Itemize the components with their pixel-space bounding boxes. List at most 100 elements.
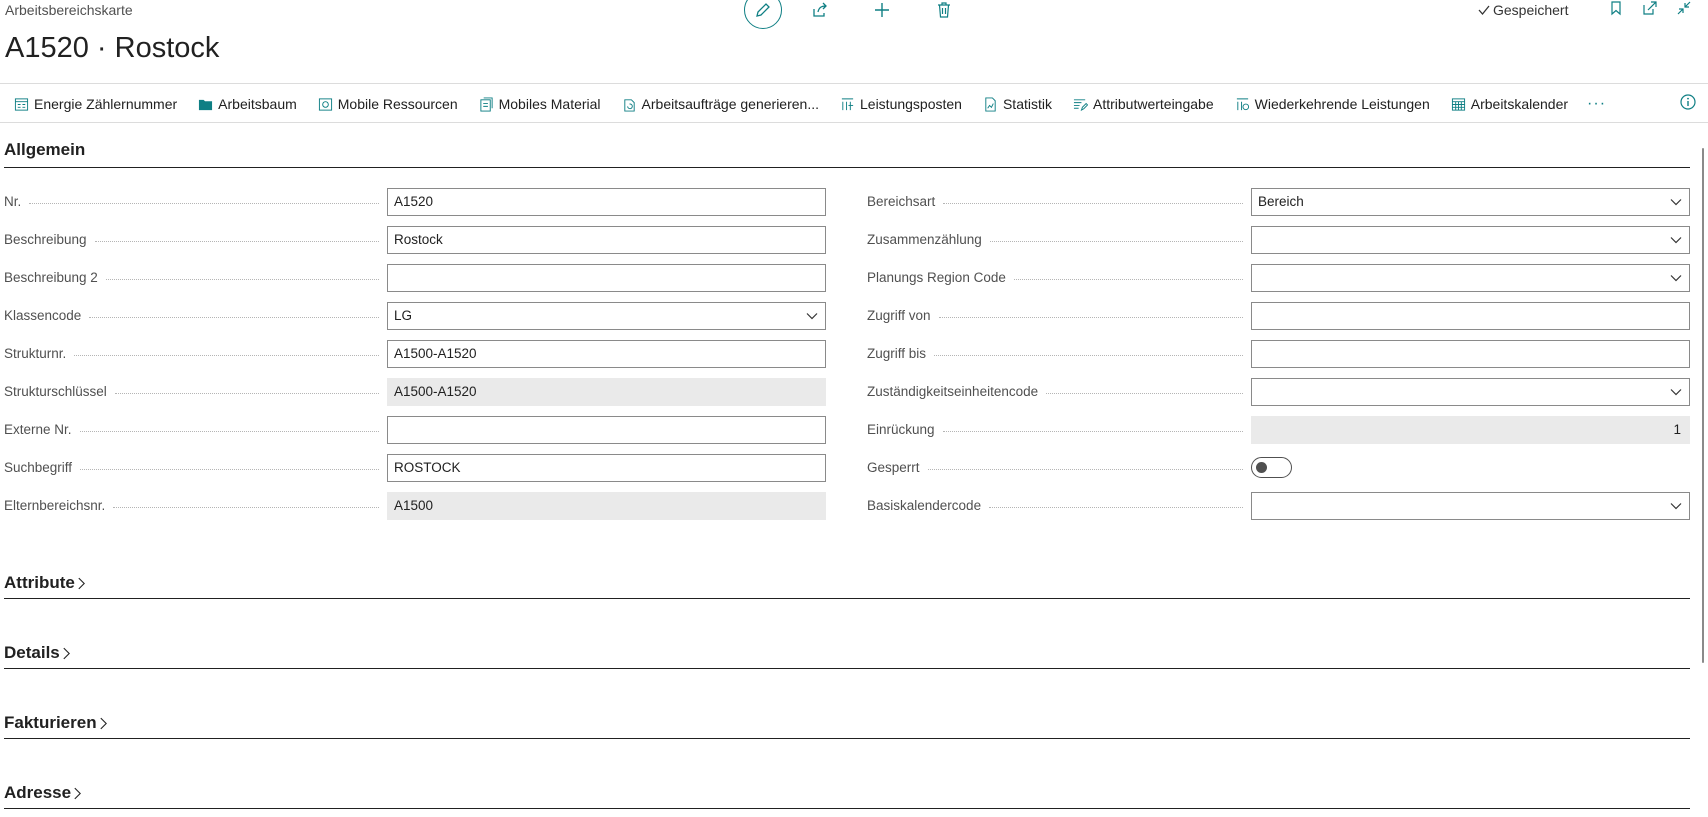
statistics-icon — [985, 96, 996, 112]
vertical-scrollbar[interactable] — [1702, 148, 1704, 663]
select-field[interactable] — [1251, 226, 1690, 254]
delete-button[interactable] — [934, 0, 954, 20]
action-recurring-services[interactable]: Wiederkehrende Leistungen — [1235, 96, 1430, 112]
chevron-right-icon — [63, 647, 70, 660]
select-field[interactable] — [1251, 378, 1690, 406]
text-field[interactable]: A1520 — [387, 188, 826, 216]
chevron-down-icon — [1670, 275, 1682, 282]
section-address[interactable]: Adresse — [4, 777, 1690, 809]
leader-dots — [943, 431, 1243, 432]
field-label: Einrückung — [867, 422, 935, 437]
window-actions — [1608, 0, 1692, 21]
action-work-calendar[interactable]: Arbeitskalender — [1451, 96, 1568, 112]
action-generate-work-orders[interactable]: Arbeitsaufträge generieren... — [622, 96, 819, 112]
action-mobile-resources[interactable]: Mobile Ressourcen — [318, 96, 458, 112]
action-bar: Energie Zählernummer Arbeitsbaum Mobile … — [0, 83, 1708, 123]
page-caption: Arbeitsbereichskarte — [5, 2, 133, 18]
header-actions — [744, 0, 954, 29]
text-field[interactable]: Rostock — [387, 226, 826, 254]
action-label: Mobile Ressourcen — [337, 96, 458, 112]
field-value: 1 — [1673, 422, 1681, 437]
section-title: Attribute — [4, 572, 75, 592]
text-field[interactable]: ROSTOCK — [387, 454, 826, 482]
leader-dots — [106, 279, 379, 280]
new-button[interactable] — [872, 0, 892, 20]
text-field[interactable] — [387, 416, 826, 444]
leader-dots — [943, 203, 1243, 204]
select-field[interactable] — [1251, 264, 1690, 292]
action-label: Arbeitsbaum — [218, 96, 297, 112]
select-field[interactable]: Bereich — [1251, 188, 1690, 216]
text-field[interactable] — [1251, 302, 1690, 330]
bookmark-button[interactable] — [1608, 0, 1624, 21]
more-actions-button[interactable]: ··· — [1587, 95, 1606, 113]
leader-dots — [74, 355, 379, 356]
field-value: LG — [394, 308, 413, 323]
blocked-toggle[interactable] — [1251, 457, 1292, 478]
leader-dots — [939, 317, 1243, 318]
field-label: Beschreibung — [4, 232, 87, 247]
field-label: Zugriff von — [867, 308, 931, 323]
action-statistics[interactable]: Statistik — [983, 96, 1052, 112]
leader-dots — [934, 355, 1243, 356]
chevron-down-icon — [1670, 199, 1682, 206]
field-label: Gesperrt — [867, 460, 920, 475]
collapse-icon — [1677, 1, 1691, 15]
text-field[interactable]: A1500-A1520 — [387, 340, 826, 368]
recurring-icon — [1236, 97, 1249, 110]
field-value: A1500-A1520 — [394, 384, 477, 399]
section-details[interactable]: Details — [4, 637, 1690, 669]
select-field[interactable]: LG — [387, 302, 826, 330]
field-label: Zuständigkeitseinheitencode — [867, 384, 1039, 399]
save-status: Gespeichert — [1477, 2, 1568, 18]
leader-dots — [989, 507, 1243, 508]
action-attribute-value-entry[interactable]: Attributwerteingabe — [1073, 96, 1214, 112]
action-work-tree[interactable]: Arbeitsbaum — [198, 96, 297, 112]
info-button[interactable] — [1680, 94, 1696, 115]
chevron-down-icon — [1670, 389, 1682, 396]
field-label: Bereichsart — [867, 194, 936, 209]
action-label: Attributwerteingabe — [1092, 96, 1214, 112]
leader-dots — [29, 203, 379, 204]
bookmark-icon — [1611, 1, 1621, 16]
section-title: Fakturieren — [4, 712, 97, 732]
action-mobile-material[interactable]: Mobiles Material — [479, 96, 601, 112]
action-energy-meter-number[interactable]: Energie Zählernummer — [14, 96, 177, 112]
field-value: Bereich — [1258, 194, 1304, 209]
open-new-window-button[interactable] — [1642, 0, 1658, 21]
section-title: Details — [4, 642, 60, 662]
top-bar: Arbeitsbereichskarte Gespeichert — [0, 0, 1708, 36]
field-label: Suchbegriff — [4, 460, 73, 475]
edit-button[interactable] — [744, 0, 782, 29]
page-title: A1520 · Rostock — [5, 32, 220, 64]
readonly-field: A1500-A1520 — [387, 378, 826, 406]
chevron-right-icon — [74, 787, 82, 800]
text-field[interactable] — [1251, 340, 1690, 368]
leader-dots — [1046, 393, 1243, 394]
action-service-entries[interactable]: Leistungsposten — [840, 96, 962, 112]
plus-icon — [875, 3, 889, 17]
action-label: Arbeitsaufträge generieren... — [641, 96, 819, 112]
section-attribute[interactable]: Attribute — [4, 567, 1690, 599]
field-label: Klassencode — [4, 308, 82, 323]
chevron-down-icon — [1670, 237, 1682, 244]
toggle-knob — [1256, 462, 1267, 473]
collapse-button[interactable] — [1676, 0, 1692, 21]
field-value: ROSTOCK — [394, 460, 461, 475]
section-general-header[interactable]: Allgemein — [4, 140, 1690, 168]
chevron-down-icon — [806, 313, 818, 320]
resources-icon — [318, 97, 332, 111]
field-value: A1520 — [394, 194, 434, 209]
field-label: Strukturschlüssel — [4, 384, 107, 399]
section-title: Adresse — [4, 782, 72, 802]
material-icon — [480, 96, 493, 112]
leader-dots — [990, 241, 1243, 242]
field-label: Zusammenzählung — [867, 232, 982, 247]
text-field[interactable] — [387, 264, 826, 292]
open-in-new-window-icon — [1643, 1, 1657, 15]
field-label: Externe Nr. — [4, 422, 72, 437]
field-label: Zugriff bis — [867, 346, 927, 361]
section-invoicing[interactable]: Fakturieren — [4, 707, 1690, 739]
select-field[interactable] — [1251, 492, 1690, 520]
share-button[interactable] — [810, 0, 830, 20]
